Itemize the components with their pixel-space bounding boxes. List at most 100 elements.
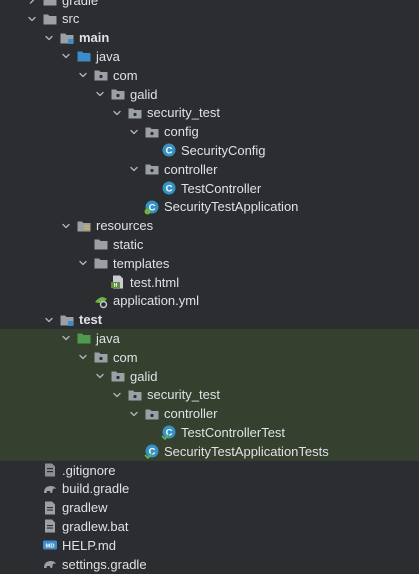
tree-item[interactable]: static: [0, 235, 419, 254]
chevron-down-icon[interactable]: [77, 66, 89, 85]
package-icon: [127, 387, 143, 403]
chevron-down-icon[interactable]: [77, 254, 89, 273]
tree-item-label: galid: [130, 86, 158, 102]
tree-item-label: gradlew: [62, 500, 108, 516]
tree-item-label: java: [96, 48, 120, 64]
tree-item[interactable]: .gitignore: [0, 461, 419, 480]
gradle-file-icon: [42, 556, 58, 572]
chevron-right-icon[interactable]: [26, 0, 38, 10]
source-folder-icon: [76, 48, 92, 64]
folder-icon: [93, 255, 109, 271]
chevron-down-icon[interactable]: [111, 385, 123, 404]
package-icon: [110, 86, 126, 102]
tree-item[interactable]: templates: [0, 254, 419, 273]
test-class-icon: C: [144, 443, 160, 460]
tree-item-label: static: [113, 236, 144, 252]
tree-item-label: TestControllerTest: [181, 424, 286, 440]
folder-icon: [42, 0, 58, 8]
tree-item-label: TestController: [181, 180, 262, 196]
tree-item[interactable]: galid: [0, 366, 419, 386]
tree-item-label: galid: [130, 368, 158, 384]
tree-item-label: java: [96, 330, 120, 346]
tree-item[interactable]: controller: [0, 160, 419, 179]
tree-item-label: src: [62, 11, 80, 27]
package-icon: [144, 161, 160, 177]
tree-item[interactable]: C SecurityTestApplicationTests: [0, 441, 419, 461]
chevron-down-icon[interactable]: [60, 216, 72, 235]
tree-item[interactable]: java: [0, 328, 419, 348]
tree-item-label: test: [79, 312, 103, 328]
tree-item-label: SecurityTestApplicationTests: [164, 443, 329, 459]
package-icon: [144, 124, 160, 140]
tree-item[interactable]: config: [0, 122, 419, 141]
tree-item[interactable]: build.gradle: [0, 479, 419, 498]
class-icon: C: [161, 180, 177, 196]
svg-text:MD: MD: [45, 544, 54, 550]
tree-item-label: config: [164, 124, 199, 140]
module-folder-icon: [59, 30, 75, 46]
gitignore-file-icon: [42, 462, 58, 478]
tree-item-label: gradlew.bat: [62, 518, 129, 534]
chevron-down-icon[interactable]: [128, 160, 140, 179]
package-icon: [110, 368, 126, 384]
tree-item[interactable]: gradle: [0, 0, 419, 10]
tree-item-label: gradle: [62, 0, 99, 8]
tree-item-label: controller: [164, 161, 218, 177]
chevron-down-icon[interactable]: [60, 329, 72, 348]
tree-item[interactable]: com: [0, 347, 419, 367]
tree-item[interactable]: C TestControllerTest: [0, 422, 419, 442]
tree-item[interactable]: C TestController: [0, 179, 419, 198]
tree-item[interactable]: gradlew: [0, 498, 419, 517]
tree-item[interactable]: security_test: [0, 385, 419, 405]
file-icon: [42, 500, 58, 516]
chevron-down-icon[interactable]: [94, 367, 106, 386]
tree-item-label: controller: [164, 406, 218, 422]
chevron-down-icon[interactable]: [94, 85, 106, 104]
spring-app-icon: C: [144, 199, 160, 215]
chevron-down-icon[interactable]: [77, 348, 89, 367]
tree-item[interactable]: galid: [0, 85, 419, 104]
package-icon: [93, 67, 109, 83]
tree-item[interactable]: src: [0, 9, 419, 28]
tree-item[interactable]: test: [0, 310, 419, 329]
tree-item-label: security_test: [147, 387, 220, 403]
tree-item-label: build.gradle: [62, 481, 130, 497]
tree-item-label: SecurityTestApplication: [164, 199, 299, 215]
tree-item[interactable]: security_test: [0, 103, 419, 122]
tree-item[interactable]: main: [0, 28, 419, 47]
package-icon: [127, 105, 143, 121]
gradle-file-icon: [42, 481, 58, 497]
chevron-down-icon[interactable]: [128, 122, 140, 141]
tree-item[interactable]: java: [0, 47, 419, 66]
tree-item[interactable]: resources: [0, 216, 419, 235]
chevron-down-icon[interactable]: [43, 28, 55, 47]
package-icon: [93, 349, 109, 365]
test-folder-icon: [76, 330, 92, 346]
markdown-file-icon: MD: [42, 537, 58, 553]
chevron-down-icon[interactable]: [43, 310, 55, 329]
tree-item-label: templates: [113, 255, 170, 271]
file-icon: [42, 518, 58, 534]
class-icon: C: [161, 142, 177, 158]
tree-item-label: com: [113, 349, 138, 365]
tree-item-label: test.html: [130, 274, 180, 290]
tree-item[interactable]: C SecurityConfig: [0, 141, 419, 160]
tree-item[interactable]: MD HELP.md: [0, 536, 419, 555]
chevron-down-icon[interactable]: [111, 103, 123, 122]
tree-item-label: application.yml: [113, 293, 199, 309]
tree-item[interactable]: controller: [0, 404, 419, 424]
folder-icon: [42, 11, 58, 27]
tree-item[interactable]: C SecurityTestApplication: [0, 197, 419, 216]
folder-icon: [93, 236, 109, 252]
tree-item[interactable]: settings.gradle: [0, 555, 419, 574]
chevron-down-icon[interactable]: [26, 9, 38, 28]
tree-item-label: SecurityConfig: [181, 142, 266, 158]
svg-text:C: C: [166, 146, 173, 157]
tree-item-label: .gitignore: [62, 462, 116, 478]
tree-item[interactable]: Htest.html: [0, 273, 419, 292]
chevron-down-icon[interactable]: [128, 404, 140, 423]
tree-item[interactable]: application.yml: [0, 291, 419, 310]
chevron-down-icon[interactable]: [60, 47, 72, 66]
tree-item[interactable]: com: [0, 66, 419, 85]
tree-item[interactable]: gradlew.bat: [0, 517, 419, 536]
